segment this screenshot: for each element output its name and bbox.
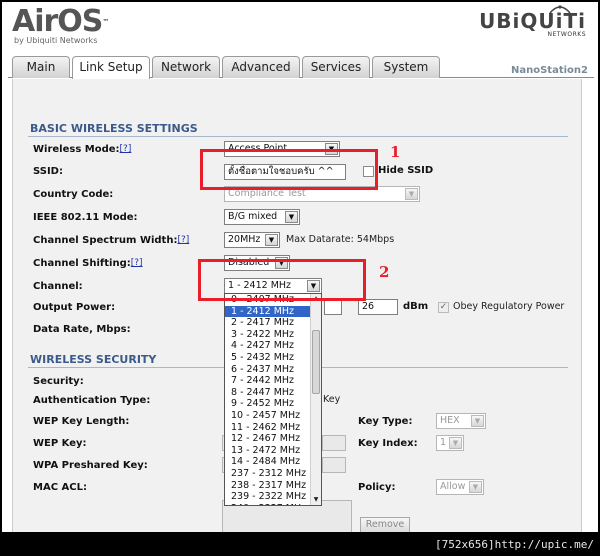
annotation-box-ssid <box>200 149 378 190</box>
channel-option[interactable]: 238 - 2317 MHz <box>225 480 311 492</box>
tab-services[interactable]: Services <box>302 56 370 78</box>
policy-value: Allow <box>440 481 466 492</box>
airos-logo-tm: ™ <box>102 18 109 26</box>
output-power-input[interactable]: 26 <box>358 299 398 315</box>
chevron-down-icon: ▼ <box>265 234 278 246</box>
channel-option[interactable]: 5 - 2432 MHz <box>225 352 311 364</box>
help-link[interactable]: [?] <box>177 235 189 245</box>
output-power-label: Output Power: <box>33 302 116 313</box>
channel-option[interactable]: 13 - 2472 MHz <box>225 445 311 457</box>
chevron-down-icon: ▼ <box>285 211 298 223</box>
dropdown-scrollbar[interactable]: ▲ ▼ <box>310 294 321 505</box>
policy-select[interactable]: Allow ▼ <box>436 479 484 495</box>
wep-key-label: WEP Key: <box>33 438 87 449</box>
wireless-mode-label: Wireless Mode:[?] <box>33 144 131 155</box>
device-name: NanoStation2 <box>511 65 588 76</box>
wpa-key-label: WPA Preshared Key: <box>33 460 148 471</box>
channel-option[interactable]: 8 - 2447 MHz <box>225 387 311 399</box>
key-index-label: Key Index: <box>358 438 418 449</box>
security-title: WIRELESS SECURITY <box>30 353 157 366</box>
channel-option[interactable]: 239 - 2322 MHz <box>225 491 311 503</box>
obey-power-checkbox[interactable]: ✓ <box>438 302 449 313</box>
channel-option[interactable]: 4 - 2427 MHz <box>225 340 311 352</box>
channel-option[interactable]: 6 - 2437 MHz <box>225 364 311 376</box>
wep-length-label: WEP Key Length: <box>33 416 130 427</box>
channel-option[interactable]: 1 - 2412 MHz <box>225 305 311 318</box>
watermark-footer: [752x656]http://upic.me/ <box>435 538 594 551</box>
ssid-label: SSID: <box>33 166 63 177</box>
page-frame: AirOS™ by Ubiquiti Networks UBiQUiTi NET… <box>2 2 598 532</box>
channel-dropdown-list[interactable]: 0 - 2407 MHz 1 - 2412 MHz 2 - 2417 MHz 3 - … <box>224 293 322 506</box>
channel-option[interactable]: 237 - 2312 MHz <box>225 468 311 480</box>
tab-link-setup[interactable]: Link Setup <box>72 56 150 79</box>
help-link[interactable]: [?] <box>131 258 143 268</box>
chevron-down-icon: ▼ <box>449 437 462 449</box>
key-type-label: Key Type: <box>358 416 413 427</box>
wep-key-input-right[interactable] <box>322 435 346 451</box>
annotation-number-1: 1 <box>390 143 401 161</box>
basic-settings-title: BASIC WIRELESS SETTINGS <box>30 122 198 135</box>
channel-shifting-label: Channel Shifting:[?] <box>33 258 143 269</box>
channel-option[interactable]: 14 - 2484 MHz <box>225 456 311 468</box>
ubiquiti-logo: UBiQUiTi NETWORKS <box>479 5 586 38</box>
airos-logo: AirOS™ by Ubiquiti Networks <box>12 4 109 46</box>
auth-type-partial: Key <box>323 394 341 405</box>
channel-option[interactable]: 7 - 2442 MHz <box>225 375 311 387</box>
data-rate-label: Data Rate, Mbps: <box>33 324 131 335</box>
key-index-select[interactable]: 1 ▼ <box>436 435 464 451</box>
ieee-mode-select[interactable]: B/G mixed ▼ <box>224 209 300 225</box>
channel-label: Channel: <box>33 281 83 292</box>
channel-option[interactable]: 3 - 2422 MHz <box>225 329 311 341</box>
max-datarate: Max Datarate: 54Mbps <box>286 234 395 245</box>
key-index-value: 1 <box>440 437 447 448</box>
security-label: Security: <box>33 376 84 387</box>
tab-network[interactable]: Network <box>152 56 220 78</box>
key-type-select[interactable]: HEX ▼ <box>436 413 486 429</box>
annotation-box-channel <box>198 259 366 301</box>
section-divider <box>28 136 568 137</box>
channel-option[interactable]: 240 - 2327 MHz <box>225 503 311 505</box>
key-type-value: HEX <box>440 415 460 426</box>
chevron-down-icon: ▼ <box>471 415 484 427</box>
spectrum-width-label: Channel Spectrum Width:[?] <box>33 235 189 246</box>
channel-option[interactable]: 9 - 2452 MHz <box>225 398 311 410</box>
remove-button[interactable]: Remove <box>360 517 410 532</box>
channel-option[interactable]: 12 - 2467 MHz <box>225 433 311 445</box>
chevron-down-icon: ▼ <box>405 188 418 200</box>
auth-type-label: Authentication Type: <box>33 395 151 406</box>
channel-option[interactable]: 11 - 2462 MHz <box>225 422 311 434</box>
hide-ssid-label: Hide SSID <box>378 165 434 176</box>
policy-label: Policy: <box>358 482 396 493</box>
tab-system[interactable]: System <box>372 56 440 78</box>
chevron-down-icon: ▼ <box>469 481 482 493</box>
tab-advanced[interactable]: Advanced <box>222 56 300 78</box>
tab-bar: Main Link Setup Network Advanced Service… <box>8 56 594 79</box>
spectrum-width-text: Channel Spectrum Width: <box>33 235 178 246</box>
ieee-mode-value: B/G mixed <box>228 211 278 222</box>
channel-option[interactable]: 2 - 2417 MHz <box>225 317 311 329</box>
airos-logo-text: AirOS <box>12 4 103 39</box>
channel-shifting-text: Channel Shifting: <box>33 258 131 269</box>
mac-acl-label: MAC ACL: <box>33 482 87 493</box>
ieee-mode-label: IEEE 802.11 Mode: <box>33 212 138 223</box>
spectrum-width-select[interactable]: 20MHz ▼ <box>224 232 280 248</box>
scroll-thumb[interactable] <box>312 330 320 394</box>
tab-main[interactable]: Main <box>12 56 70 78</box>
airos-logo-subtitle: by Ubiquiti Networks <box>14 36 98 45</box>
obey-power-label: Obey Regulatory Power <box>453 301 565 312</box>
channel-option[interactable]: 10 - 2457 MHz <box>225 410 311 422</box>
output-power-slider-edge[interactable] <box>324 299 342 315</box>
ubiquiti-arc-icon <box>549 5 571 14</box>
country-code-label: Country Code: <box>33 189 114 200</box>
annotation-number-2: 2 <box>379 263 390 281</box>
dbm-label: dBm <box>403 301 429 312</box>
spectrum-width-value: 20MHz <box>228 234 261 245</box>
help-link[interactable]: [?] <box>120 144 132 154</box>
wireless-mode-text: Wireless Mode: <box>33 144 120 155</box>
wpa-key-input-right[interactable] <box>322 457 346 473</box>
channel-options: 0 - 2407 MHz 1 - 2412 MHz 2 - 2417 MHz 3 - … <box>225 294 311 505</box>
scroll-down-icon[interactable]: ▼ <box>311 495 321 505</box>
